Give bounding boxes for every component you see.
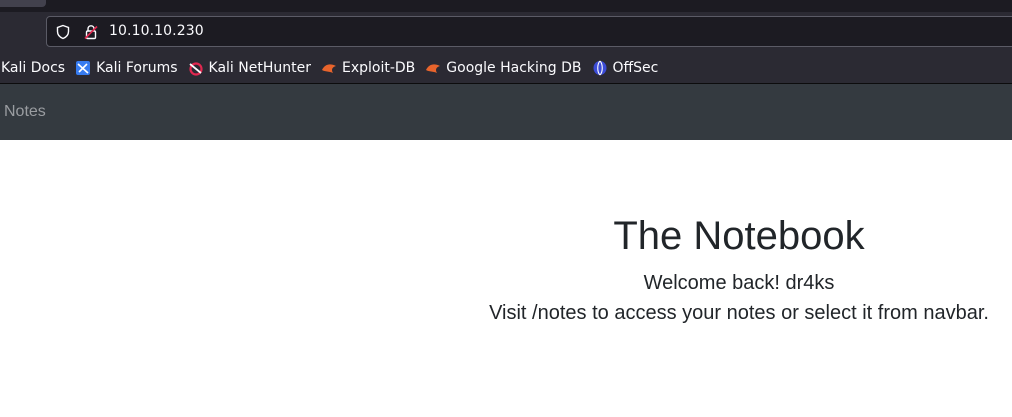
bookmark-kali-forums[interactable]: Kali Forums — [75, 55, 178, 81]
bookmark-kali-nethunter[interactable]: Kali NetHunter — [188, 55, 311, 81]
browser-toolbar: 10.10.10.230 Kali Docs Kali Forums Kali … — [0, 0, 1012, 84]
bookmark-label: Google Hacking DB — [446, 60, 582, 76]
ghdb-icon — [426, 64, 441, 73]
shield-icon[interactable] — [55, 24, 71, 40]
bookmark-offsec[interactable]: OffSec — [592, 55, 659, 81]
url-text[interactable]: 10.10.10.230 — [109, 23, 204, 39]
nethunter-icon — [188, 62, 203, 76]
bookmark-label: OffSec — [612, 60, 659, 76]
bookmark-exploit-db[interactable]: Exploit-DB — [321, 55, 415, 81]
bookmarks-toolbar: Kali Docs Kali Forums Kali NetHunter Exp… — [0, 55, 1012, 81]
bookmark-label: Kali Forums — [96, 60, 178, 76]
main-content: The Notebook Welcome back! dr4ks Visit /… — [466, 140, 1012, 417]
browser-tab[interactable] — [0, 0, 46, 7]
page-title: The Notebook — [613, 214, 865, 258]
site-navbar: Notes — [0, 84, 1012, 140]
kali-forums-icon — [76, 61, 91, 75]
exploit-db-icon — [321, 64, 336, 73]
nav-link-notes[interactable]: Notes — [4, 103, 46, 121]
bookmark-google-hacking-db[interactable]: Google Hacking DB — [425, 55, 582, 81]
bookmark-label: Exploit-DB — [341, 60, 416, 76]
bookmark-kali-docs[interactable]: Kali Docs — [1, 55, 65, 81]
bookmark-label: Kali Docs — [1, 60, 66, 76]
notes-hint: Visit /notes to access your notes or sel… — [489, 302, 989, 324]
address-bar[interactable]: 10.10.10.230 — [46, 16, 1012, 47]
insecure-lock-icon[interactable] — [83, 24, 99, 40]
bookmark-label: Kali NetHunter — [208, 60, 311, 76]
tab-strip — [0, 0, 1012, 12]
offsec-icon — [593, 60, 606, 76]
welcome-message: Welcome back! dr4ks — [643, 272, 835, 294]
